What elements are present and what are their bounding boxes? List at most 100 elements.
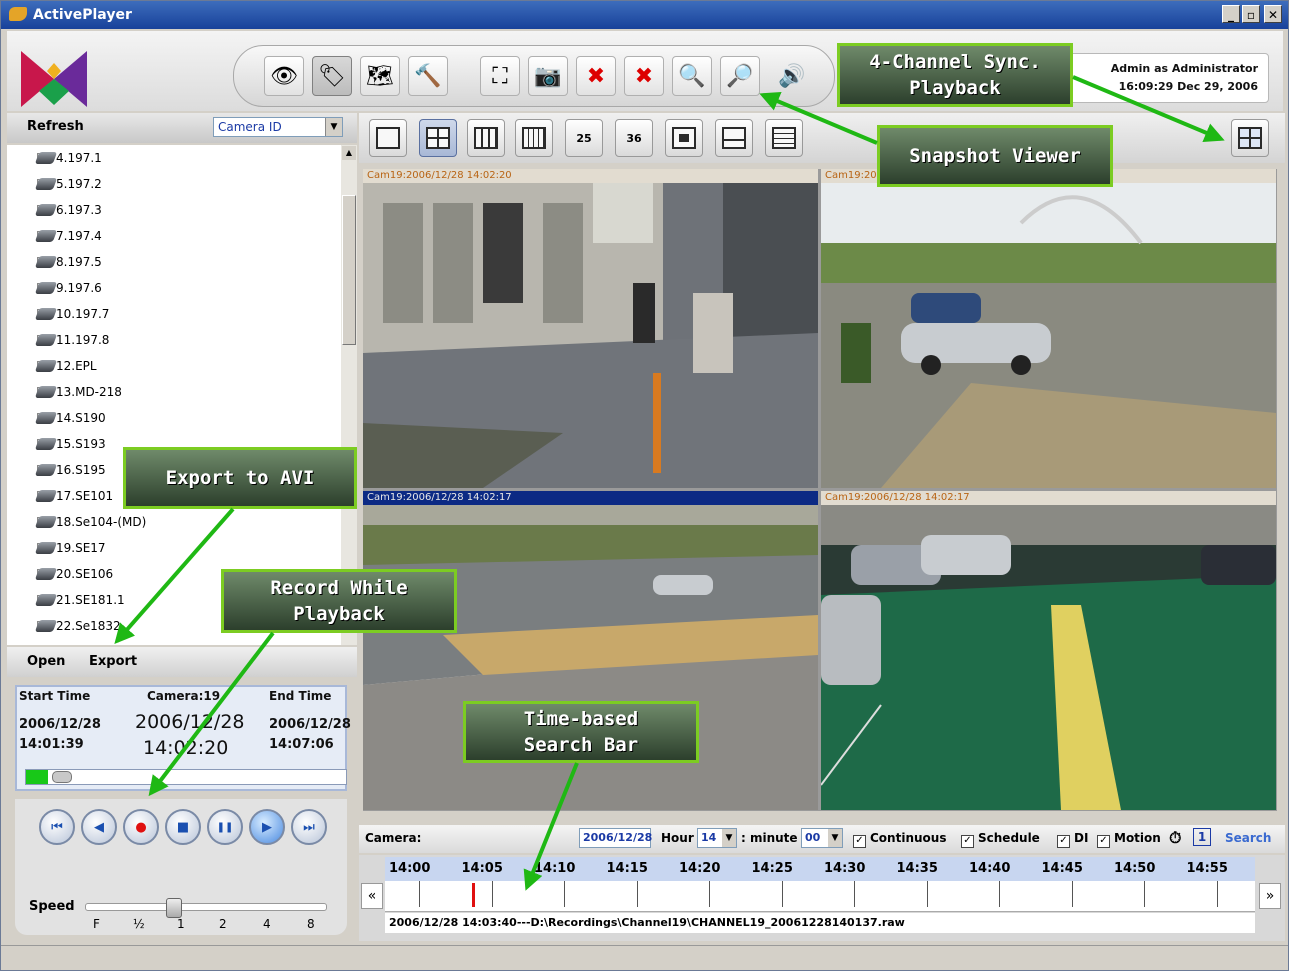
sync-playback-button[interactable]: [1231, 119, 1269, 157]
tree-item[interactable]: +8.197.5: [34, 251, 102, 273]
camera-view-2[interactable]: Cam19:2006/12/28 14:02:18: [821, 169, 1276, 488]
refresh-button[interactable]: Refresh: [27, 119, 84, 134]
map-icon[interactable]: 🗺: [360, 56, 400, 96]
playback-progress[interactable]: [25, 769, 347, 785]
timeline-tick-label: 14:10: [534, 861, 576, 876]
timeline-cursor[interactable]: [472, 883, 475, 907]
zoom-icon[interactable]: 🔍: [672, 56, 712, 96]
stop-button[interactable]: ■: [165, 809, 201, 845]
tree-item[interactable]: +22.Se1832: [34, 615, 121, 637]
scroll-up-icon[interactable]: ▲: [342, 146, 356, 160]
continuous-checkbox[interactable]: ✓ Continuous: [853, 831, 946, 848]
progress-knob[interactable]: [52, 771, 72, 783]
minimize-button[interactable]: _: [1222, 5, 1240, 23]
close-button[interactable]: ✕: [1264, 5, 1282, 23]
tree-item[interactable]: +18.Se104-(MD): [34, 511, 146, 533]
tree-item[interactable]: +9.197.6: [34, 277, 102, 299]
timeline-prev-button[interactable]: «: [361, 883, 383, 909]
layout-1-button[interactable]: [369, 119, 407, 157]
tree-item[interactable]: +15.S193: [34, 433, 106, 455]
clock-icon[interactable]: ⏱: [1169, 828, 1181, 848]
tree-item[interactable]: +19.SE17: [34, 537, 106, 559]
tree-item[interactable]: +20.SE106: [34, 563, 113, 585]
time-search-bar: « 14:00 14:05 14:10 14:15 14:20 14:25 14:30 14:…: [359, 855, 1285, 941]
play-button[interactable]: ▶: [249, 809, 285, 845]
audio-icon[interactable]: 🔊: [772, 56, 812, 96]
tree-item[interactable]: +13.MD-218: [34, 381, 122, 403]
timeline-tick-label: 14:55: [1186, 861, 1228, 876]
start-date: 2006/12/28: [19, 717, 101, 732]
layout-4-button[interactable]: [419, 119, 457, 157]
open-button[interactable]: Open: [27, 654, 65, 669]
speed-tick: ½: [133, 917, 145, 931]
chevron-down-icon[interactable]: ▼: [325, 118, 342, 136]
tree-item[interactable]: +6.197.3: [34, 199, 102, 221]
camera-caption: Cam19:2006/12/28 14:02:17: [821, 491, 1276, 505]
snapshot-zoom-icon[interactable]: 🔎: [720, 56, 760, 96]
scroll-thumb[interactable]: [342, 195, 356, 345]
delete-all-icon[interactable]: ✖: [624, 56, 664, 96]
layout-25-button[interactable]: 25: [565, 119, 603, 157]
tree-item-label: 13.MD-218: [56, 385, 122, 399]
callout-sync-playback: 4-Channel Sync. Playback: [837, 43, 1073, 107]
camera-icon: [34, 334, 58, 346]
tools-icon[interactable]: 🔨: [408, 56, 448, 96]
layout-13-button[interactable]: [665, 119, 703, 157]
tree-item[interactable]: +17.SE101: [34, 485, 113, 507]
maximize-button[interactable]: ▫: [1242, 5, 1260, 23]
record-button[interactable]: ●: [123, 809, 159, 845]
check-icon[interactable]: ✓: [1057, 835, 1070, 848]
date-field[interactable]: 2006/12/28: [579, 828, 652, 848]
motion-checkbox[interactable]: ✓ Motion: [1097, 831, 1161, 848]
speed-knob[interactable]: [166, 898, 182, 918]
pause-button[interactable]: ❚❚: [207, 809, 243, 845]
play-backward-button[interactable]: ◀: [81, 809, 117, 845]
minute-select[interactable]: 00 ▼: [801, 828, 843, 848]
tree-item[interactable]: +16.S195: [34, 459, 106, 481]
callout-snapshot-viewer: Snapshot Viewer: [877, 125, 1113, 187]
search-button[interactable]: Search: [1225, 831, 1271, 845]
tree-item[interactable]: +5.197.2: [34, 173, 102, 195]
timeline-track[interactable]: [385, 881, 1255, 912]
tree-item-label: 11.197.8: [56, 333, 110, 347]
chevron-down-icon[interactable]: ▼: [828, 829, 842, 847]
chevron-down-icon[interactable]: ▼: [722, 829, 736, 847]
tree-item[interactable]: +4.197.1: [34, 147, 102, 169]
fullscreen-icon[interactable]: ⛶: [480, 56, 520, 96]
schedule-checkbox[interactable]: ✓ Schedule: [961, 831, 1040, 848]
camera-icon[interactable]: 📷: [528, 56, 568, 96]
layout-17-button[interactable]: [765, 119, 803, 157]
di-checkbox[interactable]: ✓ DI: [1057, 831, 1088, 848]
tree-item[interactable]: +7.197.4: [34, 225, 102, 247]
skip-end-button[interactable]: ⏭: [291, 809, 327, 845]
speed-slider[interactable]: [85, 898, 327, 918]
check-icon[interactable]: ✓: [961, 835, 974, 848]
tree-item[interactable]: +10.197.7: [34, 303, 109, 325]
delete-camera-icon[interactable]: ✖: [576, 56, 616, 96]
tree-item[interactable]: +11.197.8: [34, 329, 110, 351]
tag-icon[interactable]: 🏷: [312, 56, 352, 96]
export-button[interactable]: Export: [89, 654, 137, 669]
hour-select[interactable]: 14 ▼: [697, 828, 737, 848]
layout-36-button[interactable]: 36: [615, 119, 653, 157]
sort-select-value: Camera ID: [218, 120, 282, 134]
skip-start-button[interactable]: ⏮: [39, 809, 75, 845]
tree-item[interactable]: +12.EPL: [34, 355, 97, 377]
camera-view-4[interactable]: Cam19:2006/12/28 14:02:17: [821, 491, 1276, 810]
tree-item-label: 9.197.6: [56, 281, 102, 295]
tree-item[interactable]: +14.S190: [34, 407, 106, 429]
calendar-icon[interactable]: 1: [1193, 828, 1211, 846]
sort-select[interactable]: Camera ID ▼: [213, 117, 343, 137]
main-area: 25 36 Cam19:2006/12/28 14:02:20 Cam19:20…: [359, 113, 1285, 943]
timeline-next-button[interactable]: »: [1259, 883, 1281, 909]
layout-10-button[interactable]: [715, 119, 753, 157]
eye-icon[interactable]: 👁: [264, 56, 304, 96]
header-toolbar: 👁 🏷 🗺 🔨 ⛶ 📷 ✖ ✖ 🔍 🔎 🔊 Admin as Administr…: [7, 31, 1283, 111]
camera-view-1[interactable]: Cam19:2006/12/28 14:02:20: [363, 169, 818, 488]
check-icon[interactable]: ✓: [1097, 835, 1110, 848]
check-icon[interactable]: ✓: [853, 835, 866, 848]
tree-item[interactable]: +21.SE181.1: [34, 589, 125, 611]
layout-16-icon: [522, 127, 546, 149]
layout-9-button[interactable]: [467, 119, 505, 157]
layout-16-button[interactable]: [515, 119, 553, 157]
